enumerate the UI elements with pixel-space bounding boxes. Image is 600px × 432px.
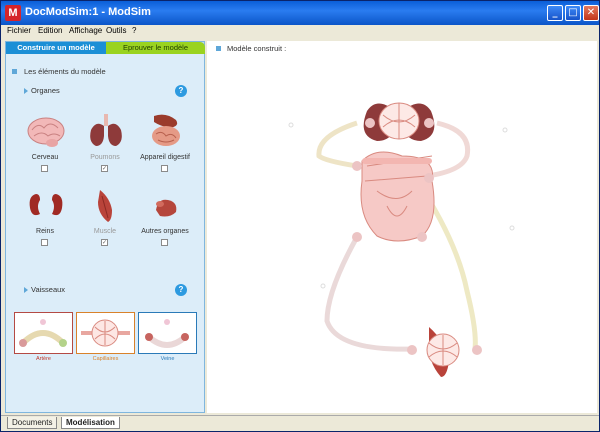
organ-label: Reins [36,228,54,235]
model-elements-panel: Construire un modèle Eprouver le modèle … [5,41,205,413]
organ-reins[interactable]: Reins [18,188,72,268]
brain-icon [27,117,65,147]
vessel-label: Artère [36,356,51,362]
organ-label: Appareil digestif [140,154,190,161]
organ-checkbox[interactable]: ✓ [101,165,108,172]
vessel-artere[interactable] [14,312,73,354]
organ-cerveau[interactable]: Cerveau [18,114,72,194]
section-title: Les éléments du modèle [24,67,106,76]
menu-edition[interactable]: Edition [38,26,62,35]
organ-poumons[interactable]: Poumons ✓ [78,114,132,194]
organ-checkbox[interactable] [161,165,168,172]
vessels-header[interactable]: Vaisseaux [31,285,65,294]
organ-label: Autres organes [141,228,189,235]
organ-checkbox[interactable] [41,165,48,172]
menu-fichier[interactable]: Fichier [7,26,31,35]
heart-organ[interactable] [352,151,435,242]
lungs-icon [90,114,122,146]
digestive-system-icon [152,114,180,146]
tab-construire[interactable]: Construire un modèle [6,42,106,54]
organ-checkbox[interactable] [41,239,48,246]
maximize-button[interactable]: □ [565,5,581,21]
lungs-organ[interactable] [363,91,435,141]
muscle-icon [98,190,112,222]
vessel-veine[interactable] [138,312,197,354]
window-title: DocModSim:1 - ModSim [25,6,151,18]
organ-autres[interactable]: Autres organes [138,188,192,268]
expand-arrow-icon[interactable] [24,287,28,293]
section-square-icon [12,69,17,74]
organ-checkbox[interactable] [161,239,168,246]
vessel-label: Capillaires [92,356,119,362]
organs-header[interactable]: Organes [31,86,60,95]
muscle-organ[interactable] [407,327,482,377]
minimize-button[interactable]: _ [547,5,563,21]
menu-help[interactable]: ? [132,26,136,35]
other-organs-icon [156,199,177,217]
circulation-diagram [288,91,515,377]
organ-appareil-digestif[interactable]: Appareil digestif [138,114,192,194]
vessels-help-icon[interactable]: ? [175,284,187,296]
pulmonary-artery[interactable] [316,120,358,169]
dot-marker [502,127,508,133]
dot-marker [320,283,326,289]
app-logo-icon: M [5,5,21,21]
artery-icon [19,319,67,347]
bottom-tab-bar: Documents Modélisation [1,415,599,431]
capillaries-icon [81,319,130,347]
dot-marker [288,122,294,128]
kidneys-icon [29,194,63,216]
menu-affichage[interactable]: Affichage [69,26,102,35]
vein-systemic[interactable] [324,235,413,352]
close-button[interactable]: ✕ [583,5,599,21]
organ-label: Muscle [93,228,117,235]
tab-documents[interactable]: Documents [7,417,58,429]
tab-modelisation[interactable]: Modélisation [61,417,120,429]
vessel-capillaires[interactable] [76,312,135,354]
expand-arrow-icon[interactable] [24,88,28,94]
menu-outils[interactable]: Outils [106,26,126,35]
dot-marker [509,225,515,231]
title-bar[interactable]: M DocModSim:1 - ModSim _ □ ✕ [1,1,599,25]
tab-eprouver[interactable]: Eprouver le modèle [106,42,205,54]
app-window: M DocModSim:1 - ModSim _ □ ✕ Fichier Edi… [0,0,600,432]
organ-label: Poumons [90,154,120,161]
organ-checkbox[interactable]: ✓ [101,239,108,246]
vein-icon [145,319,189,348]
model-canvas[interactable]: Modèle construit : [207,41,597,413]
menu-bar: Fichier Edition Affichage Outils ? [1,25,599,38]
organ-muscle[interactable]: Muscle ✓ [78,188,132,268]
organ-label: Cerveau [31,154,59,161]
panel-body: Les éléments du modèle Organes ? Cerveau [6,54,204,412]
vessel-label: Veine [160,356,175,362]
organs-help-icon[interactable]: ? [175,85,187,97]
